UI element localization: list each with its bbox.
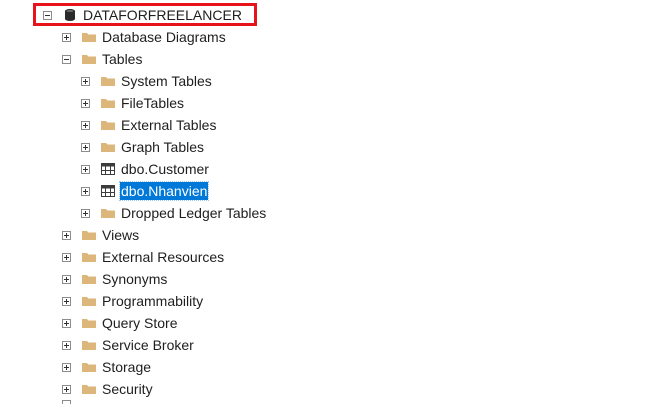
object-explorer-tree: DATAFORFREELANCER Database Diagrams Tabl… [0,0,658,404]
database-icon [62,7,78,23]
tree-node-programmability[interactable]: Programmability [62,290,204,312]
folder-icon [81,293,97,309]
expand-toggle[interactable] [81,76,90,86]
tree-node-query-store[interactable]: Query Store [62,312,178,334]
tree-node-label: Service Broker [102,337,194,353]
tree-node-filetables[interactable]: FileTables [81,92,185,114]
tree-node-dbo-customer[interactable]: dbo.Customer [81,158,210,180]
expand-toggle[interactable] [81,98,90,108]
tree-node-label: Tables [102,51,143,67]
folder-icon [100,117,116,133]
table-icon [100,183,116,199]
expand-toggle[interactable] [81,142,90,152]
expand-toggle[interactable] [62,32,71,42]
tree-node-label: Views [102,227,140,243]
folder-icon [81,381,97,397]
tree-node-dbo-nhanvien[interactable]: dbo.Nhanvien [81,180,210,202]
tree-node-label: Storage [102,359,152,375]
folder-icon [81,359,97,375]
expand-toggle[interactable] [62,384,71,394]
collapse-toggle[interactable] [62,54,71,64]
folder-icon [81,315,97,331]
expand-toggle[interactable] [62,296,71,306]
tree-node-label: External Tables [121,117,217,133]
tree-node-label: Database Diagrams [102,29,226,45]
tree-node-label: Synonyms [102,271,168,287]
folder-icon [81,51,97,67]
tree-node-storage[interactable]: Storage [62,356,152,378]
folder-icon [100,205,116,221]
expand-toggle[interactable] [62,318,71,328]
folder-icon [100,95,116,111]
collapse-toggle[interactable] [43,10,52,20]
tree-node-label: Dropped Ledger Tables [121,205,267,221]
tree-node-views[interactable]: Views [62,224,140,246]
tree-node-external-tables[interactable]: External Tables [81,114,217,136]
folder-icon [100,73,116,89]
expand-toggle-partial[interactable] [62,400,71,404]
table-icon [100,161,116,177]
tree-node-tables[interactable]: Tables [62,48,143,70]
expand-toggle[interactable] [62,274,71,284]
tree-node-label: Programmability [102,293,204,309]
tree-node-label: Query Store [102,315,178,331]
tree-node-graph-tables[interactable]: Graph Tables [81,136,205,158]
expand-toggle[interactable] [62,340,71,350]
expand-toggle[interactable] [62,252,71,262]
tree-node-database-diagrams[interactable]: Database Diagrams [62,26,227,48]
expand-toggle[interactable] [62,230,71,240]
tree-node-service-broker[interactable]: Service Broker [62,334,195,356]
folder-icon [81,227,97,243]
tree-node-database[interactable]: DATAFORFREELANCER [43,4,243,26]
tree-node-dropped-ledger-tables[interactable]: Dropped Ledger Tables [81,202,267,224]
tree-node-synonyms[interactable]: Synonyms [62,268,168,290]
expand-toggle[interactable] [81,164,90,174]
tree-node-system-tables[interactable]: System Tables [81,70,213,92]
expand-toggle[interactable] [81,186,90,196]
tree-node-label: External Resources [102,249,225,265]
tree-node-label: DATAFORFREELANCER [83,7,242,23]
folder-icon [81,337,97,353]
expand-toggle[interactable] [81,120,90,130]
expand-toggle[interactable] [81,208,90,218]
tree-node-label-selected: dbo.Nhanvien [118,181,210,201]
tree-node-label: FileTables [121,95,185,111]
folder-icon [100,139,116,155]
folder-icon [81,271,97,287]
tree-node-label: Graph Tables [121,139,205,155]
tree-node-label: System Tables [121,73,212,89]
tree-node-external-resources[interactable]: External Resources [62,246,225,268]
tree-node-security[interactable]: Security [62,378,154,400]
tree-node-label: Security [102,381,153,397]
folder-icon [81,249,97,265]
expand-toggle[interactable] [62,362,71,372]
tree-node-label: dbo.Customer [121,161,209,177]
folder-icon [81,29,97,45]
